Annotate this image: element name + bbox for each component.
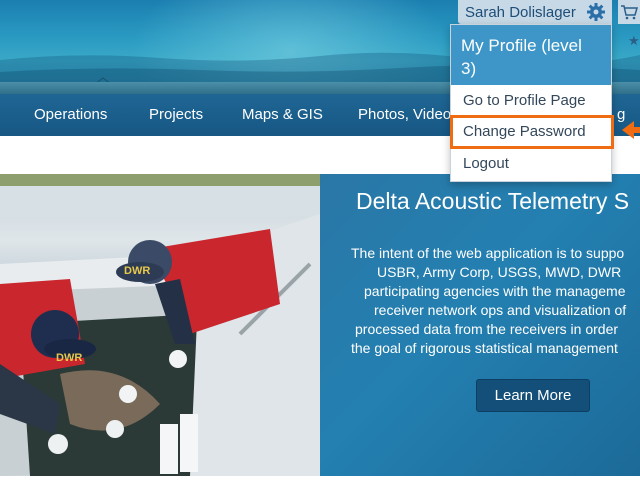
hero-panel: Delta Acoustic Telemetry S The intent of…: [320, 174, 640, 476]
cart-button[interactable]: [618, 0, 640, 24]
hero-line: receiver network ops and visualization o…: [374, 302, 627, 318]
dropdown-header[interactable]: My Profile (level 3): [451, 25, 611, 85]
cap-logo-2: DWR: [56, 352, 82, 364]
nav-item-operations[interactable]: Operations: [34, 94, 107, 136]
nav-item-photos-video[interactable]: Photos, Video: [358, 94, 451, 136]
hero-line: participating agencies with the manageme: [364, 283, 626, 299]
fieldwork-photo: DWR DWR: [0, 174, 320, 476]
hero-line: The intent of the web application is to …: [351, 245, 625, 261]
user-menu-toggle[interactable]: Sarah Dolislager: [458, 0, 612, 24]
bottom-spacer: [0, 476, 640, 480]
star-icon: ★: [628, 33, 640, 48]
logout-link[interactable]: Logout: [451, 149, 611, 179]
hero-line: the goal of rigorous statistical managem…: [351, 340, 618, 356]
hero-photo: DWR DWR: [0, 174, 320, 476]
hero-line: USBR, Army Corp, USGS, MWD, DWR: [377, 264, 622, 280]
hero-title: Delta Acoustic Telemetry S: [356, 188, 630, 214]
nav-item-projects[interactable]: Projects: [149, 94, 203, 136]
pointer-arrow-icon: [622, 121, 640, 139]
cap-logo-1: DWR: [124, 265, 150, 277]
hero-line: processed data from the receivers in ord…: [355, 321, 619, 337]
user-name: Sarah Dolislager: [465, 3, 576, 21]
change-password-highlight: [450, 115, 614, 149]
cart-icon: [621, 5, 638, 20]
learn-more-button[interactable]: Learn More: [476, 379, 590, 412]
go-to-profile-link[interactable]: Go to Profile Page: [451, 86, 611, 116]
gear-icon[interactable]: [586, 2, 606, 22]
nav-item-maps-gis[interactable]: Maps & GIS: [242, 94, 323, 136]
profile-dropdown: My Profile (level 3) Go to Profile Page …: [450, 24, 612, 182]
